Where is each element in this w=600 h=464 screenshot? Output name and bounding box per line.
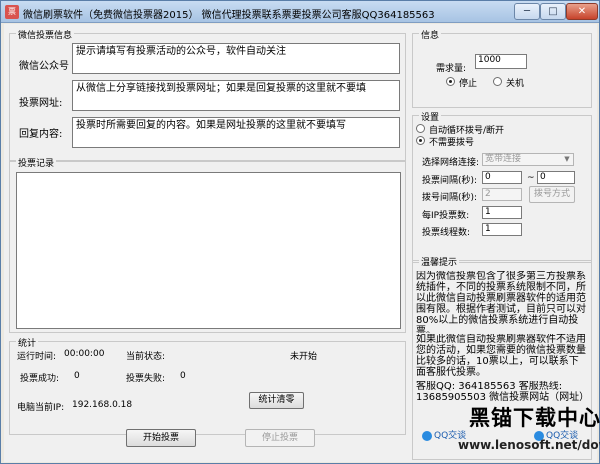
url-label: 投票网址:: [19, 98, 63, 109]
close-button[interactable]: ✕: [566, 3, 598, 20]
account-label: 微信公众号: [19, 61, 69, 72]
threads-input[interactable]: 1: [482, 223, 522, 236]
main-window: 票 微信刷票软件（免费微信投票器2015） 微信代理投票联系票要投票公司客服QQ…: [0, 0, 600, 464]
vote-interval-separator: ~: [527, 173, 535, 183]
vote-interval-from-input[interactable]: 0: [482, 171, 522, 184]
ip-value: 192.168.0.18: [72, 400, 133, 410]
reply-input[interactable]: 投票时所需要回复的内容。如果是网址投票的这里就不要填写: [72, 117, 400, 148]
network-label: 选择网络连接:: [422, 158, 480, 168]
ip-votes-label: 每IP投票数:: [422, 211, 470, 221]
runtime-value: 00:00:00: [64, 349, 105, 359]
watermark-brand: 黑锚下载中心: [469, 405, 600, 430]
state-value: 未开始: [290, 352, 318, 362]
network-select[interactable]: 宽带连接 ▼: [482, 153, 574, 166]
watermark-url: www.lenosoft.net/down/: [458, 438, 600, 452]
vote-interval-to-input[interactable]: 0: [537, 171, 575, 184]
no-dial-radio[interactable]: [416, 136, 425, 145]
tips-legend: 温馨提示: [419, 255, 460, 268]
stop-label: 停止: [459, 79, 478, 89]
threads-label: 投票线程数:: [422, 228, 471, 238]
app-icon: 票: [5, 5, 19, 19]
account-input[interactable]: 提示请填写有投票活动的公众号，软件自动关注: [72, 43, 400, 74]
vote-log-list[interactable]: [16, 172, 401, 329]
minimize-button[interactable]: ─: [514, 3, 540, 20]
stop-radio[interactable]: [446, 77, 455, 86]
reply-label: 回复内容:: [19, 129, 63, 140]
runtime-label: 运行时间:: [17, 352, 57, 362]
demand-input[interactable]: 1000: [475, 54, 527, 69]
url-input[interactable]: 从微信上分享链接找到投票网址；如果是回复投票的这里就不要填: [72, 80, 400, 111]
ip-label: 电脑当前IP:: [17, 403, 65, 413]
stop-vote-button[interactable]: 停止投票: [245, 429, 315, 447]
fail-value: 0: [180, 371, 186, 381]
success-label: 投票成功:: [20, 374, 60, 384]
window-title: 微信刷票软件（免费微信投票器2015） 微信代理投票联系票要投票公司客服QQ36…: [23, 10, 435, 21]
tips-text-1: 因为微信投票包含了很多第三方投票系统插件，不同的投票系统限制不同，所以此微信自动…: [416, 271, 588, 333]
state-label: 当前状态:: [126, 352, 166, 362]
qq-icon: [422, 430, 432, 441]
log-legend: 投票记录: [16, 156, 57, 169]
stats-legend: 统计: [16, 336, 39, 349]
vote-info-legend: 微信投票信息: [16, 28, 75, 41]
info-legend: 信息: [419, 28, 442, 41]
chevron-down-icon: ▼: [564, 155, 570, 163]
maximize-button[interactable]: □: [540, 3, 566, 20]
shutdown-label: 关机: [506, 79, 525, 89]
network-select-value: 宽带连接: [485, 154, 522, 164]
clear-stats-button[interactable]: 统计清零: [249, 392, 304, 409]
auto-dial-radio[interactable]: [416, 124, 425, 133]
demand-label: 需求量:: [436, 64, 467, 74]
tips-text-2: 如果此微信自动投票刷票器软件不适用您的活动，如果您需要的微信投票数量比较多的话，…: [416, 334, 588, 378]
title-bar[interactable]: 票 微信刷票软件（免费微信投票器2015） 微信代理投票联系票要投票公司客服QQ…: [1, 1, 599, 23]
dial-interval-input[interactable]: 2: [482, 188, 522, 201]
vote-interval-label: 投票间隔(秒):: [422, 176, 478, 186]
ip-votes-input[interactable]: 1: [482, 206, 522, 219]
dial-interval-label: 拨号间隔(秒):: [422, 193, 478, 203]
no-dial-label: 不需要拨号: [429, 138, 475, 148]
client-area: 微信投票信息 微信公众号 提示请填写有投票活动的公众号，软件自动关注 投票网址:…: [4, 24, 600, 462]
settings-legend: 设置: [419, 110, 442, 123]
success-value: 0: [74, 371, 80, 381]
start-vote-button[interactable]: 开始投票: [126, 429, 196, 447]
shutdown-radio[interactable]: [493, 77, 502, 86]
dial-mode-button[interactable]: 拨号方式: [529, 186, 575, 203]
fail-label: 投票失败:: [126, 374, 166, 384]
